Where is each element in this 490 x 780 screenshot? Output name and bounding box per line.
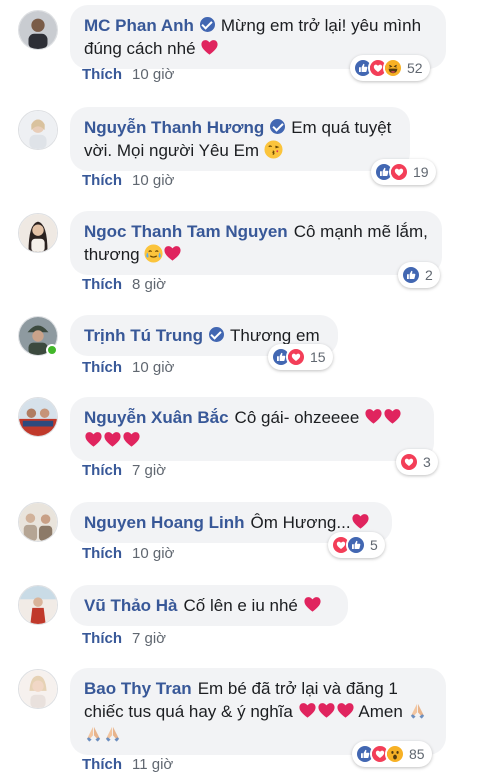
like-link[interactable]: Thích: [82, 756, 122, 773]
avatar[interactable]: [18, 397, 58, 437]
love-reaction-icon: [286, 347, 306, 367]
comment-bubble: Ngoc Thanh Tam Nguyen Cô mạnh mẽ lắm, thư…: [70, 211, 442, 275]
commenter-name[interactable]: Trịnh Tú Trung: [84, 326, 203, 345]
comment-time[interactable]: 7 giờ: [132, 630, 166, 647]
heart-emoji-icon: [336, 701, 355, 720]
comment-time[interactable]: 10 giờ: [132, 545, 174, 562]
heart-emoji-icon: [103, 430, 122, 449]
commenter-name[interactable]: Bao Thy Tran: [84, 679, 192, 698]
avatar[interactable]: [18, 585, 58, 625]
love-reaction-icon: [399, 452, 419, 472]
comment-time[interactable]: 7 giờ: [132, 462, 166, 479]
comment-bubble: Nguyễn Thanh Hương Em quá tuyệt vời. Mọi …: [70, 107, 410, 171]
comment-meta: Thích 7 giờ: [82, 630, 166, 647]
heart-emoji-icon: [383, 407, 402, 426]
reaction-count: 52: [407, 60, 423, 76]
avatar[interactable]: [18, 10, 58, 50]
avatar[interactable]: [18, 669, 58, 709]
like-reaction-icon: [346, 535, 366, 555]
heart-emoji-icon: [317, 701, 336, 720]
commenter-name[interactable]: Nguyễn Xuân Bắc: [84, 408, 229, 427]
reaction-summary[interactable]: 2: [398, 262, 440, 288]
reaction-summary[interactable]: 5: [328, 532, 385, 558]
comment-time[interactable]: 8 giờ: [132, 276, 166, 293]
like-link[interactable]: Thích: [82, 359, 122, 376]
commenter-name[interactable]: MC Phan Anh: [84, 16, 194, 35]
heart-emoji-icon: [122, 430, 141, 449]
praying-hands-emoji-icon: [408, 701, 427, 720]
reaction-count: 15: [310, 349, 326, 365]
comment-time[interactable]: 10 giờ: [132, 172, 174, 189]
comment-text: Cô gái- ohzeeee: [234, 408, 360, 427]
avatar[interactable]: [18, 110, 58, 150]
commenter-name[interactable]: Nguyen Hoang Linh: [84, 513, 245, 532]
reaction-count: 2: [425, 267, 433, 283]
tears-of-joy-emoji-icon: [144, 244, 163, 263]
reaction-summary[interactable]: 85: [352, 741, 432, 767]
comment-meta: Thích 11 giờ: [82, 756, 173, 773]
love-reaction-icon: [389, 162, 409, 182]
praying-hands-emoji-icon: [84, 724, 103, 743]
like-link[interactable]: Thích: [82, 630, 122, 647]
avatar[interactable]: [18, 213, 58, 253]
comment-meta: Thích 7 giờ: [82, 462, 166, 479]
comment-time[interactable]: 10 giờ: [132, 359, 174, 376]
heart-emoji-icon: [200, 38, 219, 57]
heart-emoji-icon: [364, 407, 383, 426]
reaction-summary[interactable]: 52: [350, 55, 430, 81]
praying-hands-emoji-icon: [103, 724, 122, 743]
like-link[interactable]: Thích: [82, 172, 122, 189]
heart-emoji-icon: [303, 595, 322, 614]
reaction-summary[interactable]: 3: [396, 449, 438, 475]
comment-meta: Thích 10 giờ: [82, 359, 174, 376]
comment-text: Ôm Hương...: [250, 513, 351, 532]
wow-reaction-icon: [385, 744, 405, 764]
commenter-name[interactable]: Ngoc Thanh Tam Nguyen: [84, 222, 288, 241]
haha-reaction-icon: [383, 58, 403, 78]
comment-time[interactable]: 11 giờ: [132, 756, 173, 773]
kiss-emoji-icon: [264, 140, 283, 159]
reaction-count: 85: [409, 746, 425, 762]
like-link[interactable]: Thích: [82, 462, 122, 479]
comment-meta: Thích 10 giờ: [82, 172, 174, 189]
comment-meta: Thích 8 giờ: [82, 276, 166, 293]
like-reaction-icon: [401, 265, 421, 285]
reaction-count: 5: [370, 537, 378, 553]
heart-emoji-icon: [84, 430, 103, 449]
comment-text: Cố lên e iu nhé: [183, 596, 298, 615]
reaction-summary[interactable]: 19: [371, 159, 436, 185]
comment-bubble: Nguyễn Xuân Bắc Cô gái- ohzeeee: [70, 397, 434, 461]
like-link[interactable]: Thích: [82, 66, 122, 83]
reaction-count: 19: [413, 164, 429, 180]
verified-badge-icon: [208, 327, 224, 342]
like-link[interactable]: Thích: [82, 545, 122, 562]
commenter-name[interactable]: Nguyễn Thanh Hương: [84, 118, 264, 137]
comment-time[interactable]: 10 giờ: [132, 66, 174, 83]
like-link[interactable]: Thích: [82, 276, 122, 293]
online-status-icon: [46, 344, 58, 356]
heart-emoji-icon: [298, 701, 317, 720]
comment-meta: Thích 10 giờ: [82, 545, 174, 562]
comment-meta: Thích 10 giờ: [82, 66, 174, 83]
verified-badge-icon: [270, 119, 286, 134]
reaction-summary[interactable]: 15: [268, 344, 333, 370]
comment-text: Thương em: [229, 326, 320, 345]
heart-emoji-icon: [163, 244, 182, 263]
commenter-name[interactable]: Vũ Thảo Hà: [84, 596, 178, 615]
avatar[interactable]: [18, 502, 58, 542]
heart-emoji-icon: [351, 512, 370, 531]
comment-text: Amen: [358, 702, 403, 721]
verified-badge-icon: [199, 17, 215, 32]
comment-bubble: Vũ Thảo Hà Cố lên e iu nhé: [70, 585, 348, 626]
reaction-count: 3: [423, 454, 431, 470]
